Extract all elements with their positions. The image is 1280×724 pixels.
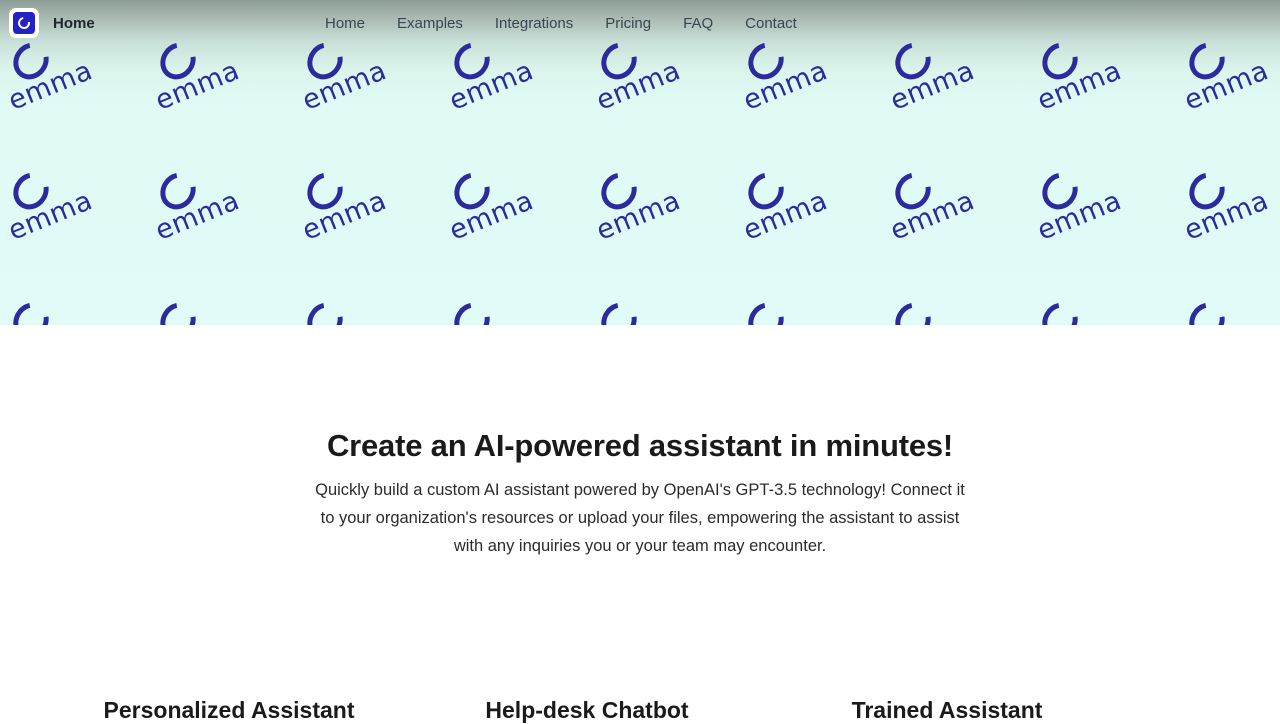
emma-watermark-tile: emma — [884, 165, 1014, 282]
nav-link-contact[interactable]: Contact — [745, 15, 797, 32]
emma-watermark-tile: emma — [443, 295, 573, 325]
emma-watermark-tile: emma — [737, 295, 867, 325]
emma-watermark-tile: emma — [737, 35, 867, 152]
hero-banner: emma emma emma emma emma emma emma emma emma emma… — [0, 0, 1280, 325]
emma-ring-icon — [594, 295, 644, 325]
emma-ring-icon — [6, 295, 56, 325]
nav-link-home[interactable]: Home — [325, 15, 397, 32]
emma-watermark-tile: emma — [737, 165, 867, 282]
emma-ring-icon — [153, 295, 203, 325]
browser-tab-title: Home — [53, 14, 95, 32]
emma-watermark-tile: emma — [1031, 165, 1161, 282]
emma-ring-icon — [300, 295, 350, 325]
emma-watermark-tile: emma — [590, 165, 720, 282]
emma-watermark-tile: emma — [149, 35, 279, 152]
hero-subtext: Quickly build a custom AI assistant powe… — [315, 481, 965, 555]
ring-glyph — [15, 14, 33, 32]
emma-ring-icon — [447, 295, 497, 325]
emma-watermark-tile: emma — [1178, 165, 1280, 282]
emma-watermark-tile: emma — [1178, 295, 1280, 325]
emma-ring-icon — [888, 295, 938, 325]
emma-ring-icon — [741, 295, 791, 325]
emma-watermark-tile: emma — [149, 295, 279, 325]
emma-watermark-tile: emma — [2, 35, 132, 152]
favicon-tile — [9, 8, 39, 38]
emma-watermark-tile: emma — [1031, 295, 1161, 325]
emma-watermark-tile: emma — [443, 35, 573, 152]
emma-ring-icon — [13, 12, 35, 34]
emma-watermark-tile: emma — [443, 165, 573, 282]
browser-tab-strip[interactable]: Home — [0, 0, 95, 46]
emma-watermark-tile: emma — [884, 35, 1014, 152]
emma-watermark-tile: emma — [1031, 35, 1161, 152]
nav-link-pricing[interactable]: Pricing — [605, 15, 683, 32]
emma-watermark-tile: emma — [296, 295, 426, 325]
emma-watermark-tile: emma — [590, 295, 720, 325]
emma-watermark-tile: emma — [149, 165, 279, 282]
emma-watermark-tile: emma — [884, 295, 1014, 325]
emma-watermark-tile: emma — [1178, 35, 1280, 152]
emma-watermark-tile: emma — [590, 35, 720, 152]
hero-heading: Create an AI-powered assistant in minute… — [326, 428, 954, 463]
emma-watermark-pattern: emma emma emma emma emma emma emma emma emma emma… — [0, 0, 1280, 325]
emma-watermark-tile: emma — [296, 165, 426, 282]
emma-watermark-tile: emma — [296, 35, 426, 152]
emma-watermark-tile: emma — [2, 295, 132, 325]
emma-ring-icon — [1035, 295, 1085, 325]
nav-link-examples[interactable]: Examples — [397, 15, 495, 32]
emma-watermark-tile: emma — [2, 165, 132, 282]
nav-link-integrations[interactable]: Integrations — [495, 15, 605, 32]
site-navigation: Home Examples Integrations Pricing FAQ C… — [0, 0, 1280, 46]
site-nav-links: Home Examples Integrations Pricing FAQ C… — [325, 15, 797, 32]
main-content: Create an AI-powered assistant in minute… — [0, 325, 1280, 723]
nav-link-faq[interactable]: FAQ — [683, 15, 745, 32]
emma-ring-icon — [1182, 295, 1232, 325]
